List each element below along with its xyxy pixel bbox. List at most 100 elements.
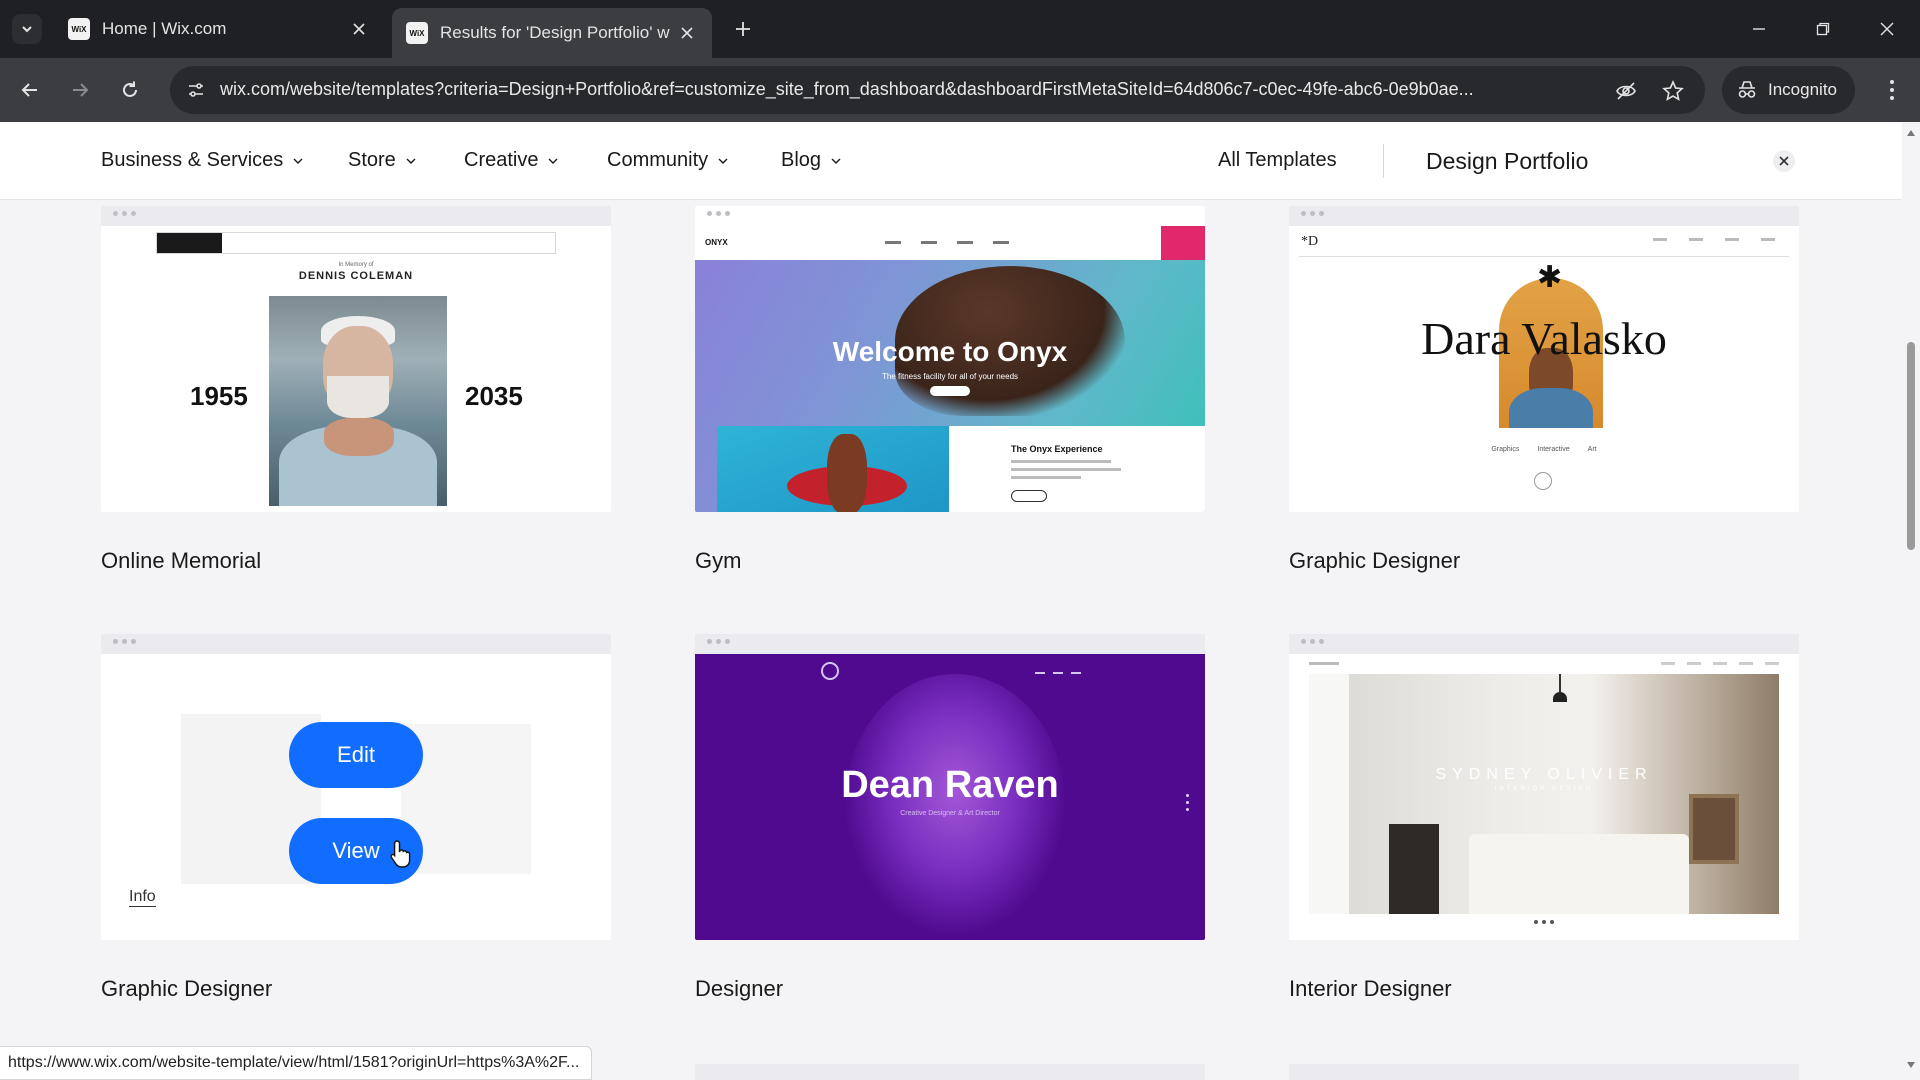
more-vertical-icon xyxy=(1186,794,1189,811)
template-title[interactable]: Gym xyxy=(695,548,1205,574)
template-card-gym[interactable]: ONYX Welcome to Onyx The fitness facilit… xyxy=(695,206,1205,574)
back-button[interactable] xyxy=(14,74,46,106)
clear-search-button[interactable] xyxy=(1773,150,1795,172)
edit-button[interactable]: Edit xyxy=(289,722,423,788)
preview-cta xyxy=(1161,226,1205,260)
site-info-button[interactable] xyxy=(182,76,210,104)
thumbnail-window-bar xyxy=(695,634,1205,654)
preview-logo xyxy=(821,662,839,680)
category-label: Creative xyxy=(464,149,539,171)
info-link[interactable]: Info xyxy=(129,888,156,907)
scroll-down-icon xyxy=(1534,472,1552,490)
new-tab-button[interactable] xyxy=(728,14,758,44)
scroll-up-icon[interactable] xyxy=(1906,128,1916,138)
address-bar[interactable]: wix.com/website/templates?criteria=Desig… xyxy=(170,66,1705,114)
asterisk-icon: ✱ xyxy=(1537,261,1563,294)
eye-off-icon[interactable] xyxy=(1613,78,1639,104)
close-icon[interactable] xyxy=(676,22,698,44)
minimize-button[interactable] xyxy=(1744,14,1774,44)
template-thumbnail[interactable]: ONYX Welcome to Onyx The fitness facilit… xyxy=(695,206,1205,512)
template-search-input[interactable] xyxy=(1410,138,1750,184)
arrow-right-icon xyxy=(73,83,89,97)
link-status-bar: https://www.wix.com/website-template/vie… xyxy=(0,1046,593,1080)
reload-icon xyxy=(123,81,137,97)
preview-headline: Welcome to Onyx xyxy=(832,336,1068,367)
page-scrollbar[interactable] xyxy=(1902,122,1920,1080)
browser-menu-button[interactable] xyxy=(1876,74,1908,106)
preview-link: Interactive xyxy=(1537,446,1570,453)
template-title[interactable]: Graphic Designer xyxy=(1289,548,1799,574)
tab-title: Results for 'Design Portfolio' w xyxy=(440,23,670,42)
template-card-next xyxy=(1289,1064,1799,1080)
incognito-badge[interactable]: Incognito xyxy=(1722,66,1855,114)
template-title[interactable]: Interior Designer xyxy=(1289,976,1799,1002)
template-card-graphic-designer[interactable]: *D ✱ Dara Valasko Graphics Interactive A… xyxy=(1289,206,1799,574)
preview-badge xyxy=(157,233,222,253)
template-category-nav: Business & Services Store Creative Commu… xyxy=(0,122,1902,200)
category-business-services[interactable]: Business & Services xyxy=(101,149,303,172)
memorial-preview: In Memory of DENNIS COLEMAN 1955 2035 xyxy=(101,226,611,512)
preview-name: Dara Valasko xyxy=(1421,313,1667,364)
browser-toolbar: wix.com/website/templates?criteria=Desig… xyxy=(0,58,1920,122)
thumbnail-window-bar xyxy=(101,206,611,226)
chevron-down-icon xyxy=(831,158,841,164)
template-card-online-memorial[interactable]: In Memory of DENNIS COLEMAN 1955 2035 On… xyxy=(101,206,611,574)
chevron-down-icon xyxy=(548,158,558,164)
thumbnail-window-bar xyxy=(695,206,1205,226)
graphic-designer-preview: *D ✱ Dara Valasko Graphics Interactive A… xyxy=(1289,226,1799,512)
thumbnail-window-bar xyxy=(1289,634,1799,654)
preview-button xyxy=(930,386,970,396)
reload-button[interactable] xyxy=(114,74,146,106)
close-window-button[interactable] xyxy=(1872,14,1902,44)
template-title[interactable]: Graphic Designer xyxy=(101,976,611,1002)
template-card-next xyxy=(695,1064,1205,1080)
category-community[interactable]: Community xyxy=(607,149,728,172)
category-blog[interactable]: Blog xyxy=(781,149,841,172)
preview-links: Graphics Interactive Art xyxy=(1289,446,1799,453)
forward-button[interactable] xyxy=(64,74,96,106)
preview-link: Graphics xyxy=(1491,446,1520,453)
category-store[interactable]: Store xyxy=(348,149,416,172)
preview-subtitle: In Memory of xyxy=(338,262,374,268)
death-year: 2035 xyxy=(465,381,523,411)
template-card-interior-designer[interactable]: SYDNEY OLIVIER INTERIOR DESIGN Interior … xyxy=(1289,634,1799,1002)
scroll-down-icon[interactable] xyxy=(1906,1060,1916,1070)
category-creative[interactable]: Creative xyxy=(464,149,558,172)
tab-search-button[interactable] xyxy=(12,14,42,44)
preview-subtitle: INTERIOR DESIGN xyxy=(1494,786,1594,792)
scrollbar-thumb[interactable] xyxy=(1907,342,1915,550)
minimize-icon xyxy=(1753,28,1765,30)
close-icon xyxy=(1779,156,1789,166)
template-thumbnail[interactable]: In Memory of DENNIS COLEMAN 1955 2035 xyxy=(101,206,611,512)
template-thumbnail[interactable]: Edit View Info xyxy=(101,634,611,940)
preview-subtitle: Creative Designer & Art Director xyxy=(900,810,1000,817)
template-title[interactable]: Designer xyxy=(695,976,1205,1002)
thumbnail-window-bar xyxy=(1289,206,1799,226)
template-thumbnail[interactable]: *D ✱ Dara Valasko Graphics Interactive A… xyxy=(1289,206,1799,512)
preview-section-title: The Onyx Experience xyxy=(1011,444,1103,454)
template-thumbnail[interactable]: Dean Raven Creative Designer & Art Direc… xyxy=(695,634,1205,940)
preview-section: The Onyx Experience xyxy=(949,426,1205,512)
close-icon[interactable] xyxy=(348,18,370,40)
bedroom-photo: SYDNEY OLIVIER INTERIOR DESIGN xyxy=(1309,674,1779,914)
restore-button[interactable] xyxy=(1808,14,1838,44)
url-text[interactable]: wix.com/website/templates?criteria=Desig… xyxy=(220,79,1550,100)
tab-home[interactable]: WiX Home | Wix.com xyxy=(54,8,384,50)
template-card-designer[interactable]: Dean Raven Creative Designer & Art Direc… xyxy=(695,634,1205,1002)
designer-preview: Dean Raven Creative Designer & Art Direc… xyxy=(695,654,1205,940)
template-card-graphic-designer-hover[interactable]: Edit View Info Graphic Designer xyxy=(101,634,611,1002)
template-thumbnail[interactable]: SYDNEY OLIVIER INTERIOR DESIGN xyxy=(1289,634,1799,940)
star-icon[interactable] xyxy=(1660,78,1686,104)
category-label: Store xyxy=(348,149,396,171)
chevron-down-icon xyxy=(293,158,303,164)
all-templates-link[interactable]: All Templates xyxy=(1218,149,1337,172)
more-vertical-icon xyxy=(1890,80,1894,100)
thumbnail-window-bar xyxy=(101,634,611,654)
runner-photo xyxy=(717,426,949,512)
tab-results[interactable]: WiX Results for 'Design Portfolio' w xyxy=(392,8,712,58)
tune-icon xyxy=(189,83,203,97)
plus-icon xyxy=(736,22,750,36)
arrow-left-icon xyxy=(21,83,37,97)
template-title[interactable]: Online Memorial xyxy=(101,548,611,574)
preview-tagline: The fitness facility for all of your nee… xyxy=(881,372,1019,381)
